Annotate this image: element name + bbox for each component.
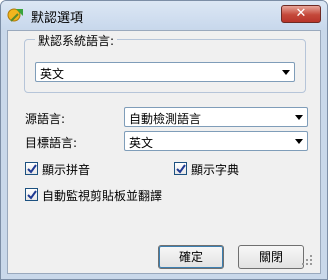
show-dictionary-label: 顯示字典: [191, 163, 240, 177]
title-bar[interactable]: 默認選項 ✕: [1, 1, 327, 29]
default-language-select[interactable]: 英文: [35, 62, 295, 82]
close-button[interactable]: 關閉: [238, 245, 304, 269]
checkmark-icon: [27, 190, 37, 200]
checkmark-icon: [27, 164, 37, 174]
target-language-label: 目標語言:: [25, 136, 78, 150]
auto-clipboard-label: 自動監視剪貼板並翻譯: [42, 189, 163, 203]
target-language-value: 英文: [129, 136, 154, 150]
group-legend: 默認系統語言:: [35, 32, 118, 49]
chevron-down-icon: [291, 108, 307, 126]
window-title: 默認選項: [31, 11, 84, 26]
source-language-select[interactable]: 自動檢測語言: [124, 107, 308, 127]
dialog-body: 默認系統語言: 英文 源語言: 自動檢測語言 目標語言: 英文 顯示拼音 顯示字…: [7, 30, 321, 274]
default-language-group: 默認系統語言: 英文: [24, 32, 306, 93]
source-language-value: 自動檢測語言: [129, 112, 202, 126]
target-language-select[interactable]: 英文: [124, 131, 308, 151]
checkbox-box[interactable]: [174, 162, 187, 175]
ok-button[interactable]: 確定: [158, 245, 224, 269]
default-language-value: 英文: [40, 67, 65, 81]
resize-grip-icon[interactable]: [302, 255, 312, 265]
show-pinyin-label: 顯示拼音: [42, 163, 91, 177]
dialog-window: 默認選項 ✕ 默認系統語言: 英文 源語言: 自動檢測語言 目標語言: 英文 顯…: [0, 0, 328, 280]
checkbox-box[interactable]: [25, 188, 38, 201]
checkmark-icon: [176, 164, 186, 174]
close-window-button[interactable]: ✕: [281, 5, 321, 23]
source-language-label: 源語言:: [25, 112, 66, 126]
translate-app-icon: [7, 8, 23, 22]
checkbox-box[interactable]: [25, 162, 38, 175]
close-icon: ✕: [295, 6, 307, 21]
show-dictionary-checkbox[interactable]: 顯示字典: [174, 161, 284, 177]
chevron-down-icon: [291, 132, 307, 150]
chevron-down-icon: [278, 63, 294, 81]
auto-clipboard-checkbox[interactable]: 自動監視剪貼板並翻譯: [25, 187, 225, 203]
show-pinyin-checkbox[interactable]: 顯示拼音: [25, 161, 135, 177]
